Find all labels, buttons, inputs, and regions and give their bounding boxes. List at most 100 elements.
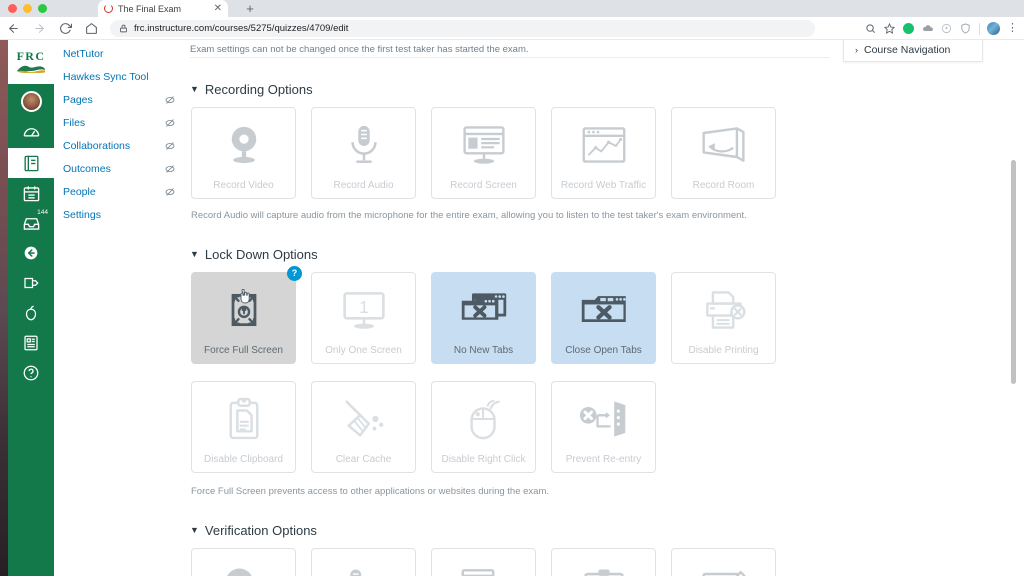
- browser-tab[interactable]: The Final Exam ✕: [98, 0, 228, 17]
- star-icon[interactable]: [881, 20, 898, 37]
- sidebar-item-courses[interactable]: [8, 148, 54, 178]
- help-badge-icon[interactable]: ?: [287, 266, 302, 281]
- printer-disabled-icon: [697, 286, 751, 334]
- hidden-eye-slash-icon: [165, 95, 175, 104]
- page-scrollbar-track[interactable]: [1010, 40, 1017, 576]
- course-nav-item-settings[interactable]: Settings: [54, 203, 184, 226]
- single-monitor-icon: 1: [337, 286, 391, 334]
- recording-options-helper-text: Record Audio will capture audio from the…: [191, 210, 747, 221]
- reload-icon[interactable]: [52, 17, 78, 40]
- sidebar-item-resources[interactable]: [8, 328, 54, 358]
- course-nav-label: Outcomes: [63, 162, 111, 175]
- home-icon[interactable]: [78, 17, 104, 40]
- sidebar-item-help[interactable]: [8, 358, 54, 388]
- tile-disable-right-click[interactable]: Disable Right Click: [431, 381, 536, 473]
- tab-title: The Final Exam: [118, 3, 182, 14]
- tile-record-video[interactable]: Record Video: [191, 107, 296, 199]
- back-arrow-icon[interactable]: [0, 17, 26, 40]
- svg-text:1: 1: [359, 297, 369, 317]
- section-title: Recording Options: [204, 82, 313, 97]
- sidebar-item-commons[interactable]: [8, 268, 54, 298]
- course-nav-item-hawkes-sync-tool[interactable]: Hawkes Sync Tool: [54, 65, 184, 88]
- tile-prevent-reentry[interactable]: Prevent Re-entry: [551, 381, 656, 473]
- course-nav-item-files[interactable]: Files: [54, 111, 184, 134]
- tile-disable-clipboard[interactable]: Disable Clipboard: [191, 381, 296, 473]
- section-header-lock-down-options[interactable]: ▼ Lock Down Options: [190, 247, 776, 262]
- course-nav-label: Files: [63, 116, 86, 129]
- course-navigation-menu: NetTutor Hawkes Sync Tool Pages Files Co…: [54, 40, 184, 576]
- verify-screen-icon: [457, 562, 511, 576]
- tile-verify-audio[interactable]: [311, 548, 416, 576]
- tile-close-open-tabs[interactable]: Close Open Tabs: [551, 272, 656, 364]
- tile-label: Record Screen: [450, 180, 517, 191]
- section-title: Verification Options: [204, 523, 317, 538]
- tile-record-web-traffic[interactable]: Record Web Traffic: [551, 107, 656, 199]
- maximize-window-button[interactable]: [38, 4, 47, 13]
- tile-label: Disable Right Click: [441, 454, 526, 465]
- grammarly-extension-icon[interactable]: [900, 20, 917, 37]
- course-navigation-panel[interactable]: › Course Navigation: [843, 40, 983, 62]
- course-nav-item-outcomes[interactable]: Outcomes: [54, 157, 184, 180]
- section-header-verification-options[interactable]: ▼ Verification Options: [190, 523, 776, 538]
- close-window-button[interactable]: [8, 4, 17, 13]
- page-scrollbar-thumb[interactable]: [1011, 160, 1016, 384]
- tile-only-one-screen[interactable]: 1 Only One Screen: [311, 272, 416, 364]
- course-nav-item-collaborations[interactable]: Collaborations: [54, 134, 184, 157]
- tile-record-room[interactable]: Record Room: [671, 107, 776, 199]
- clipboard-icon: [217, 395, 271, 443]
- sidebar-item-inbox[interactable]: 144: [8, 208, 54, 238]
- dashboard-icon: [23, 127, 39, 137]
- sidebar-item-studio[interactable]: [8, 298, 54, 328]
- course-nav-item-people[interactable]: People: [54, 180, 184, 203]
- no-new-tabs-icon: [457, 286, 511, 334]
- tile-verify-screen[interactable]: [431, 548, 536, 576]
- tile-verify-id[interactable]: [551, 548, 656, 576]
- caret-down-icon: ▼: [190, 249, 199, 259]
- room-pan-icon: [697, 121, 751, 169]
- course-nav-label: NetTutor: [63, 47, 104, 60]
- tile-no-new-tabs[interactable]: No New Tabs: [431, 272, 536, 364]
- tile-record-screen[interactable]: Record Screen: [431, 107, 536, 199]
- sidebar-item-dashboard[interactable]: [8, 118, 54, 148]
- window-controls[interactable]: [8, 4, 47, 13]
- tile-verify-webcam[interactable]: [191, 548, 296, 576]
- sidebar-item-account[interactable]: [8, 84, 54, 118]
- profile-avatar-icon[interactable]: [985, 20, 1002, 37]
- verify-signature-icon: [697, 562, 751, 576]
- section-header-recording-options[interactable]: ▼ Recording Options: [190, 82, 776, 97]
- caret-down-icon: ▼: [190, 84, 199, 94]
- lock-icon: [120, 24, 127, 33]
- sidebar-item-history[interactable]: [8, 238, 54, 268]
- tile-clear-cache[interactable]: Clear Cache: [311, 381, 416, 473]
- lockdown-options-row-1: ? Force Full Screen 1 Only One Screen No…: [191, 266, 776, 364]
- circle-extension-icon[interactable]: [938, 20, 955, 37]
- help-icon: [23, 365, 39, 381]
- webcam-icon: [217, 121, 271, 169]
- address-bar[interactable]: frc.instructure.com/courses/5275/quizzes…: [110, 20, 815, 37]
- broom-icon: [337, 395, 391, 443]
- tile-label: Clear Cache: [335, 454, 392, 465]
- shield-extension-icon[interactable]: [957, 20, 974, 37]
- tile-disable-printing[interactable]: Disable Printing: [671, 272, 776, 364]
- course-nav-item-nettutor[interactable]: NetTutor: [54, 42, 184, 65]
- cloud-extension-icon[interactable]: [919, 20, 936, 37]
- course-nav-item-pages[interactable]: Pages: [54, 88, 184, 111]
- tile-record-audio[interactable]: Record Audio: [311, 107, 416, 199]
- inbox-badge-count: 144: [37, 209, 48, 216]
- forward-arrow-icon[interactable]: [26, 17, 52, 40]
- new-tab-button[interactable]: +: [243, 2, 257, 16]
- search-icon[interactable]: [862, 20, 879, 37]
- tile-force-full-screen[interactable]: ? Force Full Screen: [191, 266, 302, 364]
- close-icon[interactable]: ✕: [214, 3, 222, 14]
- frc-logo[interactable]: FRC: [8, 40, 54, 84]
- commons-icon: [24, 277, 39, 289]
- section-title: Lock Down Options: [204, 247, 318, 262]
- recording-options-row: Record Video Record Audio Record Screen …: [191, 107, 776, 199]
- course-nav-label: People: [63, 185, 96, 198]
- tile-label: Record Audio: [333, 180, 394, 191]
- monitor-screen-icon: [457, 121, 511, 169]
- sidebar-item-calendar[interactable]: [8, 178, 54, 208]
- minimize-window-button[interactable]: [23, 4, 32, 13]
- kebab-menu-icon[interactable]: ⋮: [1004, 23, 1021, 34]
- tile-verify-signature[interactable]: [671, 548, 776, 576]
